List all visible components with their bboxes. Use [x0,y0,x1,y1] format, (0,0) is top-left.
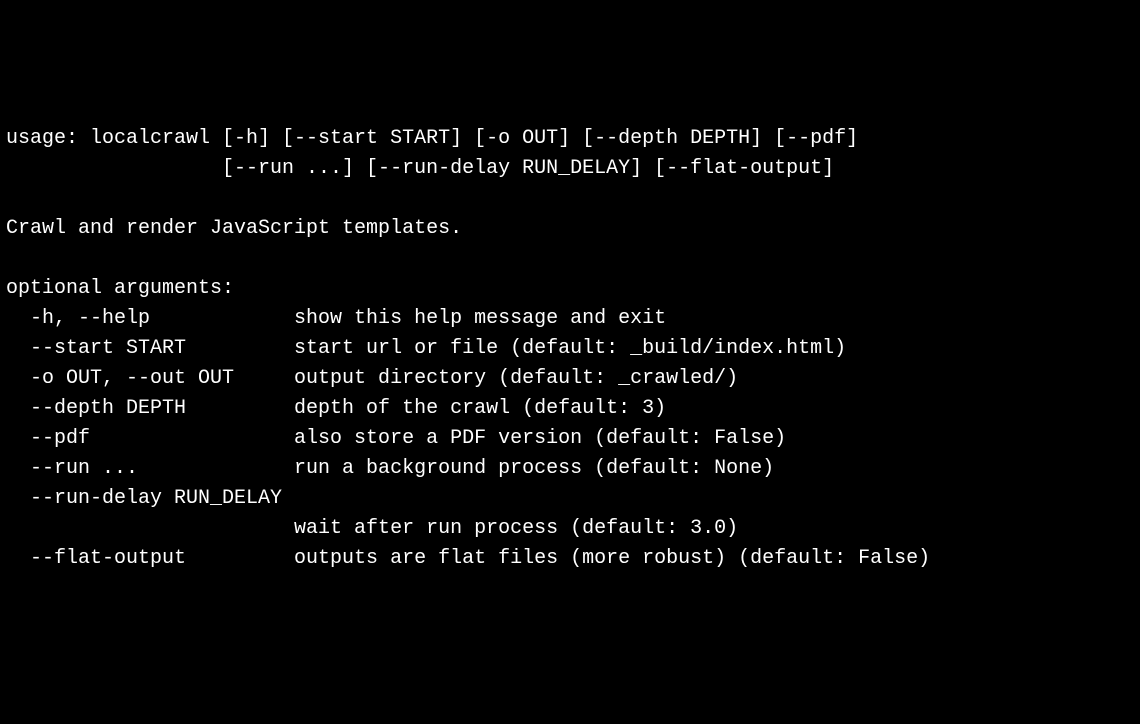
arg-pdf: --pdf also store a PDF version (default:… [6,427,786,450]
usage-line-1: usage: localcrawl [-h] [--start START] [… [6,127,858,150]
arg-run-delay-desc: wait after run process (default: 3.0) [6,517,738,540]
usage-line-2: [--run ...] [--run-delay RUN_DELAY] [--f… [6,157,834,180]
terminal-output: usage: localcrawl [-h] [--start START] [… [6,124,1134,574]
section-header: optional arguments: [6,277,234,300]
arg-start: --start START start url or file (default… [6,337,846,360]
arg-run-delay-flag: --run-delay RUN_DELAY [6,487,282,510]
description-line: Crawl and render JavaScript templates. [6,217,462,240]
arg-run: --run ... run a background process (defa… [6,457,774,480]
arg-help: -h, --help show this help message and ex… [6,307,666,330]
arg-flat-output: --flat-output outputs are flat files (mo… [6,547,930,570]
arg-depth: --depth DEPTH depth of the crawl (defaul… [6,397,666,420]
arg-out: -o OUT, --out OUT output directory (defa… [6,367,738,390]
